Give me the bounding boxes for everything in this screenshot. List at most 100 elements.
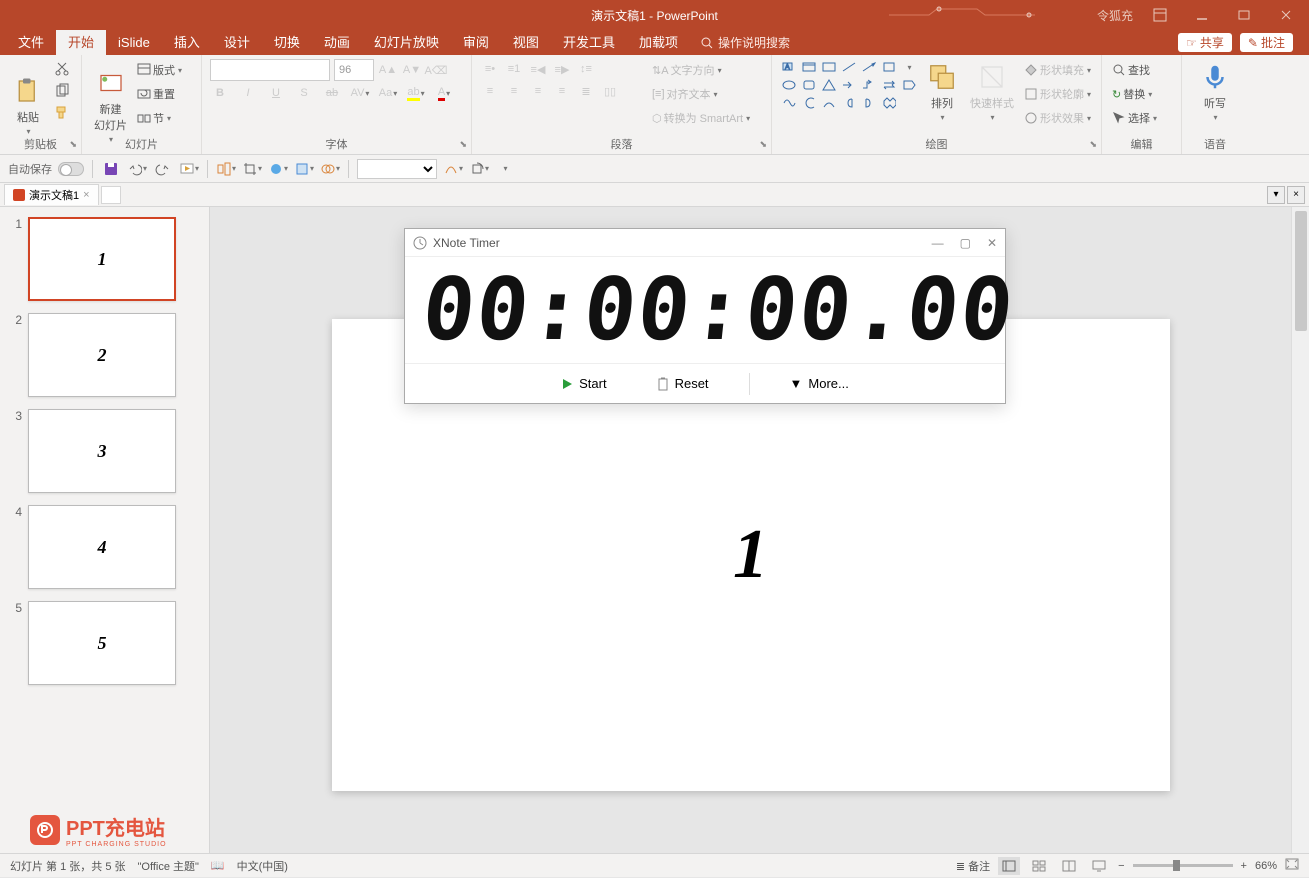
normal-view-icon[interactable] <box>998 857 1020 875</box>
tab-file[interactable]: 文件 <box>6 30 56 55</box>
sorter-view-icon[interactable] <box>1028 857 1050 875</box>
launcher-icon[interactable]: ⬊ <box>459 139 467 150</box>
undo-icon[interactable]: ▾ <box>127 159 147 179</box>
merge-shapes-icon[interactable]: ▾ <box>320 159 340 179</box>
zoom-level[interactable]: 66% <box>1255 860 1277 872</box>
font-color-button[interactable]: A▾ <box>434 83 454 103</box>
layout-button[interactable]: 版式▾ <box>135 59 184 81</box>
close-icon[interactable] <box>1271 5 1301 25</box>
tab-insert[interactable]: 插入 <box>162 30 212 55</box>
start-slideshow-icon[interactable]: ▾ <box>179 159 199 179</box>
spellcheck-icon[interactable]: 📖 <box>211 859 225 872</box>
xnote-reset-button[interactable]: Reset <box>647 372 719 395</box>
slide-thumb-1[interactable]: 1 1 <box>8 217 201 301</box>
xnote-start-button[interactable]: Start <box>551 372 616 395</box>
arrange-button[interactable]: 排列▾ <box>922 59 962 124</box>
xnote-close-icon[interactable]: ✕ <box>987 236 997 250</box>
user-name[interactable]: 令狐充 <box>1097 7 1133 24</box>
save-icon[interactable] <box>101 159 121 179</box>
tab-scroll-dropdown[interactable]: ▾ <box>1267 186 1285 204</box>
distribute-icon[interactable]: ≣ <box>576 81 596 101</box>
slide-counter[interactable]: 幻灯片 第 1 张，共 5 张 <box>10 858 126 874</box>
justify-icon[interactable]: ≡ <box>552 81 572 101</box>
section-button[interactable]: 节▾ <box>135 107 184 129</box>
document-tab[interactable]: 演示文稿1 × <box>4 184 99 205</box>
tab-transitions[interactable]: 切换 <box>262 30 312 55</box>
tab-addins[interactable]: 加载项 <box>627 30 690 55</box>
xnote-titlebar[interactable]: XNote Timer ― ▢ ✕ <box>405 229 1005 257</box>
copy-button[interactable] <box>52 81 72 101</box>
tell-me-search[interactable]: 操作说明搜索 <box>700 34 790 51</box>
tab-home[interactable]: 开始 <box>56 30 106 55</box>
tab-review[interactable]: 审阅 <box>451 30 501 55</box>
tab-islide[interactable]: iSlide <box>106 30 162 55</box>
ribbon-options-icon[interactable] <box>1145 5 1175 25</box>
launcher-icon[interactable]: ⬊ <box>759 139 767 150</box>
align-center-icon[interactable]: ≡ <box>504 81 524 101</box>
more-qat-icon[interactable]: ▾ <box>495 159 515 179</box>
new-tab-button[interactable] <box>101 186 121 204</box>
strike-button[interactable]: ab <box>322 83 342 103</box>
reading-view-icon[interactable] <box>1058 857 1080 875</box>
zoom-slider[interactable] <box>1133 864 1233 867</box>
notes-toggle[interactable]: ≣ 备注 <box>956 858 990 874</box>
font-size-input[interactable] <box>334 59 374 81</box>
tab-animations[interactable]: 动画 <box>312 30 362 55</box>
underline-button[interactable]: U <box>266 83 286 103</box>
align-left-icon[interactable]: ≡ <box>480 81 500 101</box>
launcher-icon[interactable]: ⬊ <box>69 139 77 150</box>
maximize-icon[interactable] <box>1229 5 1259 25</box>
tab-slideshow[interactable]: 幻灯片放映 <box>362 30 451 55</box>
quick-styles-button[interactable]: 快速样式▾ <box>966 59 1018 124</box>
redo-icon[interactable] <box>153 159 173 179</box>
format-painter-button[interactable] <box>52 103 72 123</box>
increase-font-icon[interactable]: A▲ <box>378 60 398 80</box>
xnote-maximize-icon[interactable]: ▢ <box>960 236 971 250</box>
vertical-scrollbar[interactable] <box>1291 207 1309 853</box>
spacing-button[interactable]: AV▾ <box>350 83 370 103</box>
shapes-more-icon[interactable]: ▾ <box>907 63 911 72</box>
fit-window-icon[interactable] <box>1285 858 1299 873</box>
shape-outline-button[interactable]: 形状轮廓▾ <box>1022 83 1093 105</box>
tab-close-all[interactable]: × <box>1287 186 1305 204</box>
edit-shape-icon[interactable]: ▾ <box>443 159 463 179</box>
tab-design[interactable]: 设计 <box>212 30 262 55</box>
bullets-icon[interactable]: ≡• <box>480 59 500 79</box>
scrollbar-thumb[interactable] <box>1295 211 1307 331</box>
shadow-button[interactable]: S <box>294 83 314 103</box>
shape-effects-button[interactable]: 形状效果▾ <box>1022 107 1093 129</box>
indent-dec-icon[interactable]: ≡◀ <box>528 59 548 79</box>
rotate-icon[interactable]: ▾ <box>469 159 489 179</box>
xnote-timer-window[interactable]: XNote Timer ― ▢ ✕ 00:00:00.00 Start Rese… <box>404 228 1006 404</box>
comments-button[interactable]: ✎批注 <box>1240 33 1293 52</box>
xnote-more-button[interactable]: ▼ More... <box>780 372 859 395</box>
zoom-out-icon[interactable]: − <box>1118 860 1124 872</box>
align-text-button[interactable]: [≡]对齐文本▾ <box>650 83 752 105</box>
shapes-gallery[interactable]: A ▾ <box>780 59 918 111</box>
launcher-icon[interactable]: ⬊ <box>1089 139 1097 150</box>
slide-thumb-5[interactable]: 5 5 <box>8 601 201 685</box>
share-button[interactable]: ☞共享 <box>1178 33 1232 52</box>
highlight-button[interactable]: ab▾ <box>406 83 426 103</box>
font-family-input[interactable] <box>210 59 330 81</box>
language-indicator[interactable]: 中文(中国) <box>237 858 288 874</box>
autosave-toggle[interactable] <box>58 162 84 176</box>
slide-thumb-2[interactable]: 2 2 <box>8 313 201 397</box>
xnote-minimize-icon[interactable]: ― <box>932 236 944 250</box>
color-fill-icon[interactable]: ▾ <box>268 159 288 179</box>
zoom-in-icon predicate[interactable]: + <box>1241 860 1247 872</box>
select-button[interactable]: 选择▾ <box>1110 107 1173 129</box>
text-direction-button[interactable]: ⇅A文字方向▾ <box>650 59 752 81</box>
slide-thumbnail-panel[interactable]: 1 1 2 2 3 3 4 4 5 5 <box>0 207 210 853</box>
align-right-icon[interactable]: ≡ <box>528 81 548 101</box>
crop-icon[interactable]: ▾ <box>242 159 262 179</box>
bold-button[interactable]: B <box>210 83 230 103</box>
decrease-font-icon[interactable]: A▼ <box>402 60 422 80</box>
numbering-icon[interactable]: ≡1 <box>504 59 524 79</box>
shape-fill-button[interactable]: 形状填充▾ <box>1022 59 1093 81</box>
tab-devtools[interactable]: 开发工具 <box>551 30 627 55</box>
replace-button[interactable]: ↻替换▾ <box>1110 83 1173 105</box>
slide-thumb-3[interactable]: 3 3 <box>8 409 201 493</box>
reset-button[interactable]: 重置 <box>135 83 184 105</box>
slide-thumb-4[interactable]: 4 4 <box>8 505 201 589</box>
